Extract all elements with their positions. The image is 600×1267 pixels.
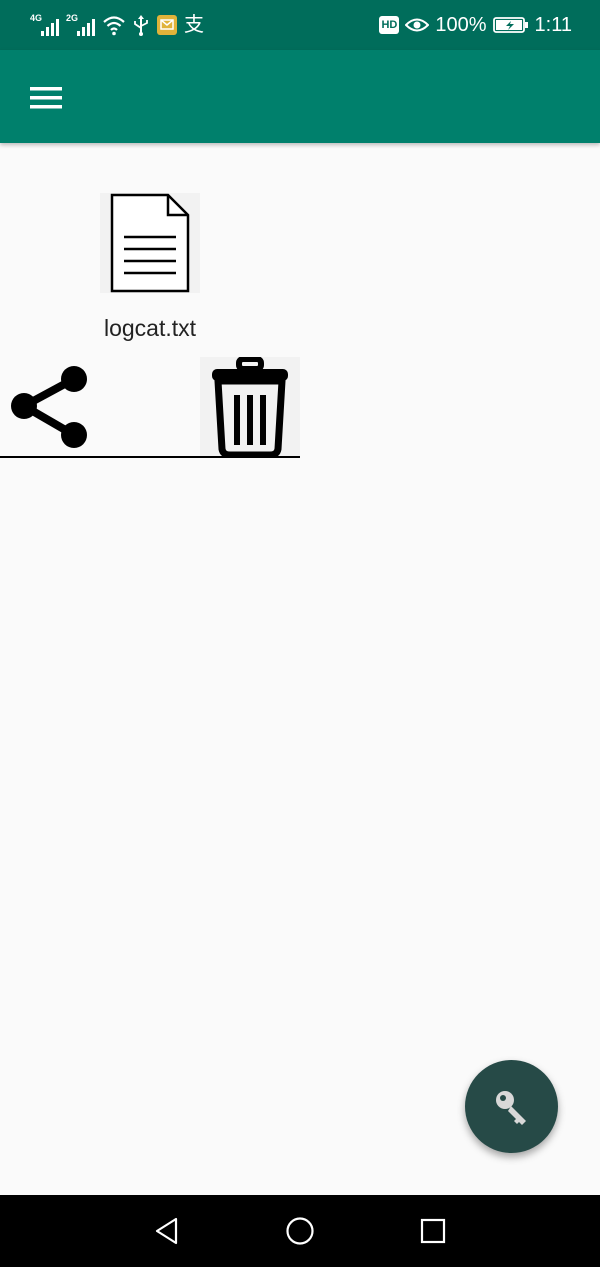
network-2g: 2G [66, 13, 96, 37]
delete-button[interactable] [200, 356, 300, 459]
file-item[interactable]: logcat.txt [0, 143, 300, 459]
navigation-bar [0, 1195, 600, 1267]
back-icon [155, 1217, 178, 1245]
usb-icon [134, 15, 148, 36]
key-icon [495, 1090, 526, 1125]
recents-icon [420, 1218, 446, 1244]
status-right: HD 100% 1:11 [379, 12, 572, 38]
signal-icon [77, 19, 95, 36]
item-divider [0, 456, 300, 458]
status-bar: 4G 2G 支 HD 100% 1:11 [0, 0, 600, 50]
network-4g: 4G [30, 13, 60, 37]
trash-icon [212, 356, 288, 459]
back-button[interactable] [135, 1207, 199, 1255]
file-name: logcat.txt [103, 315, 197, 341]
status-left: 4G 2G 支 [30, 12, 204, 38]
wifi-icon [103, 16, 125, 36]
notification-icon [157, 15, 177, 35]
share-button[interactable] [0, 357, 100, 457]
recents-button[interactable] [401, 1207, 465, 1255]
eye-icon [405, 18, 430, 32]
signal-icon [41, 19, 59, 36]
app-bar [0, 50, 600, 143]
battery-percent: 100% [435, 14, 487, 36]
hd-badge: HD [379, 16, 400, 34]
home-button[interactable] [268, 1207, 332, 1255]
battery-icon [492, 17, 528, 33]
share-icon [11, 366, 87, 448]
key-fab-button[interactable] [465, 1060, 558, 1153]
document-icon [100, 193, 200, 293]
home-icon [286, 1217, 314, 1245]
menu-icon [30, 87, 62, 109]
menu-button[interactable] [14, 74, 78, 122]
alipay-icon: 支 [184, 14, 204, 36]
clock: 1:11 [534, 14, 572, 36]
